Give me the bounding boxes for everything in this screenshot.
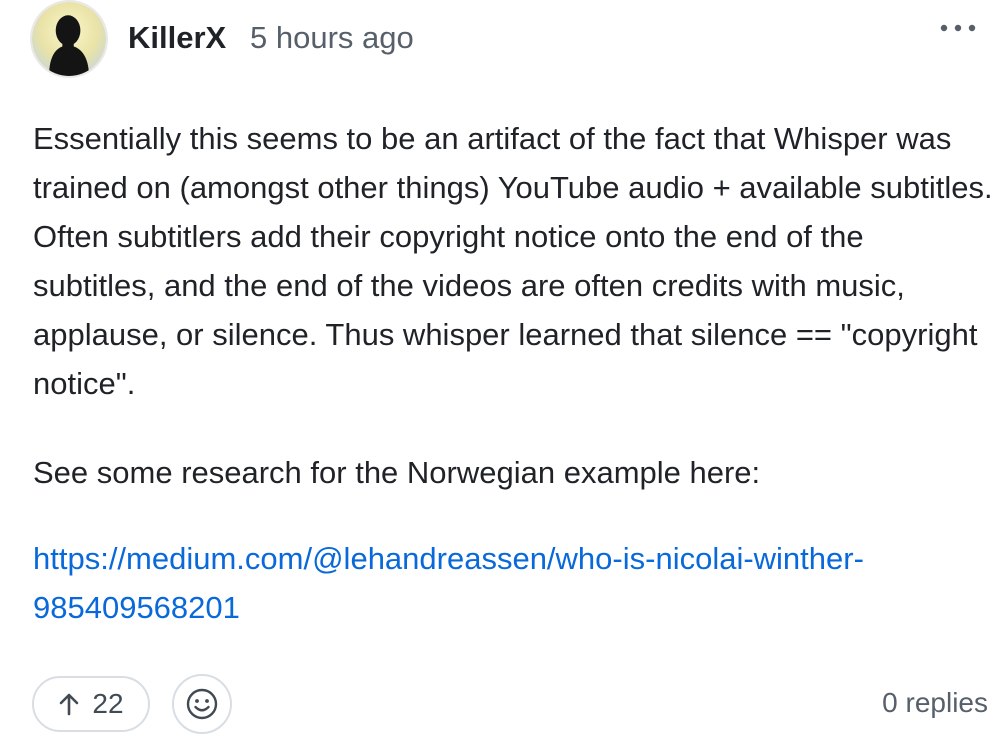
comment-header: KillerX 5 hours ago [30, 0, 990, 78]
comment-paragraph: See some research for the Norwegian exam… [33, 455, 761, 490]
smiley-icon [186, 688, 218, 720]
upvote-button[interactable]: 22 [32, 676, 150, 732]
timestamp[interactable]: 5 hours ago [250, 20, 414, 56]
comment-footer: 22 0 replies [32, 672, 990, 734]
comment-body: Essentially this seems to be an artifact… [33, 114, 993, 408]
comment-paragraph: Essentially this seems to be an artifact… [33, 121, 993, 401]
add-reaction-button[interactable] [172, 674, 232, 734]
arrow-up-icon [60, 693, 79, 716]
upvote-count: 22 [92, 688, 124, 719]
research-link[interactable]: https://medium.com/@lehandreassen/who-is… [33, 534, 993, 632]
author-name[interactable]: KillerX [128, 20, 226, 56]
more-options-button[interactable] [936, 16, 980, 44]
avatar[interactable] [30, 0, 108, 78]
kebab-horizontal-icon [940, 24, 976, 32]
avatar-image [32, 2, 106, 76]
replies-count[interactable]: 0 replies [882, 687, 988, 719]
